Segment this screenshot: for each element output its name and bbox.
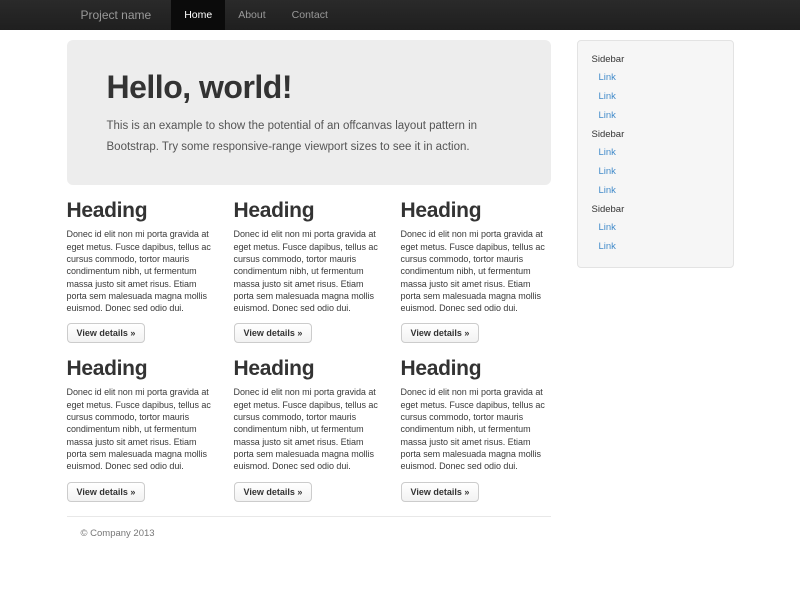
jumbotron: Hello, world! This is an example to show… [67, 40, 551, 185]
view-details-button[interactable]: View details » [67, 482, 146, 502]
navbar-menu: HomeAboutContact [171, 0, 341, 30]
card-heading: Heading [401, 357, 551, 380]
card: Heading Donec id elit non mi porta gravi… [67, 199, 217, 343]
card-heading: Heading [234, 357, 384, 380]
card: Heading Donec id elit non mi porta gravi… [401, 199, 551, 343]
card: Heading Donec id elit non mi porta gravi… [401, 357, 551, 501]
sidebar-group-header: Sidebar [578, 200, 733, 218]
view-details-button[interactable]: View details » [234, 323, 313, 343]
card-body: Donec id elit non mi porta gravida at eg… [234, 386, 384, 472]
nav-item-about[interactable]: About [225, 0, 278, 30]
card: Heading Donec id elit non mi porta gravi… [67, 357, 217, 501]
card-heading: Heading [401, 199, 551, 222]
sidebar-group-header: Sidebar [578, 50, 733, 68]
card-row: Heading Donec id elit non mi porta gravi… [67, 199, 551, 343]
sidebar-link[interactable]: Link [578, 218, 733, 237]
view-details-button[interactable]: View details » [401, 482, 480, 502]
main-content: Hello, world! This is an example to show… [67, 30, 551, 579]
view-details-button[interactable]: View details » [67, 323, 146, 343]
jumbotron-body: This is an example to show the potential… [107, 116, 511, 157]
page-container: Hello, world! This is an example to show… [67, 30, 734, 579]
sidebar-link[interactable]: Link [578, 237, 733, 256]
card-body: Donec id elit non mi porta gravida at eg… [401, 386, 551, 472]
navbar-inner: Project name HomeAboutContact [67, 0, 734, 30]
footer-copyright: © Company 2013 [81, 528, 551, 539]
view-details-button[interactable]: View details » [401, 323, 480, 343]
sidebar-link[interactable]: Link [578, 106, 733, 125]
sidebar-link[interactable]: Link [578, 181, 733, 200]
card-heading: Heading [67, 357, 217, 380]
sidebar-group-header: Sidebar [578, 125, 733, 143]
footer: © Company 2013 [67, 516, 551, 579]
nav-item-contact[interactable]: Contact [279, 0, 341, 30]
navbar: Project name HomeAboutContact [0, 0, 800, 30]
card-heading: Heading [67, 199, 217, 222]
view-details-button[interactable]: View details » [234, 482, 313, 502]
sidebar-link[interactable]: Link [578, 162, 733, 181]
card-body: Donec id elit non mi porta gravida at eg… [67, 386, 217, 472]
card-heading: Heading [234, 199, 384, 222]
sidebar-link[interactable]: Link [578, 68, 733, 87]
jumbotron-title: Hello, world! [107, 69, 511, 106]
navbar-brand[interactable]: Project name [67, 0, 172, 30]
sidebar-link[interactable]: Link [578, 143, 733, 162]
sidebar-link[interactable]: Link [578, 87, 733, 106]
sidebar: SidebarLinkLinkLinkSidebarLinkLinkLinkSi… [577, 40, 734, 268]
card-rows: Heading Donec id elit non mi porta gravi… [67, 199, 551, 501]
nav-item-home[interactable]: Home [171, 0, 225, 30]
card: Heading Donec id elit non mi porta gravi… [234, 357, 384, 501]
card: Heading Donec id elit non mi porta gravi… [234, 199, 384, 343]
card-row: Heading Donec id elit non mi porta gravi… [67, 357, 551, 501]
card-body: Donec id elit non mi porta gravida at eg… [67, 228, 217, 314]
card-body: Donec id elit non mi porta gravida at eg… [234, 228, 384, 314]
card-body: Donec id elit non mi porta gravida at eg… [401, 228, 551, 314]
